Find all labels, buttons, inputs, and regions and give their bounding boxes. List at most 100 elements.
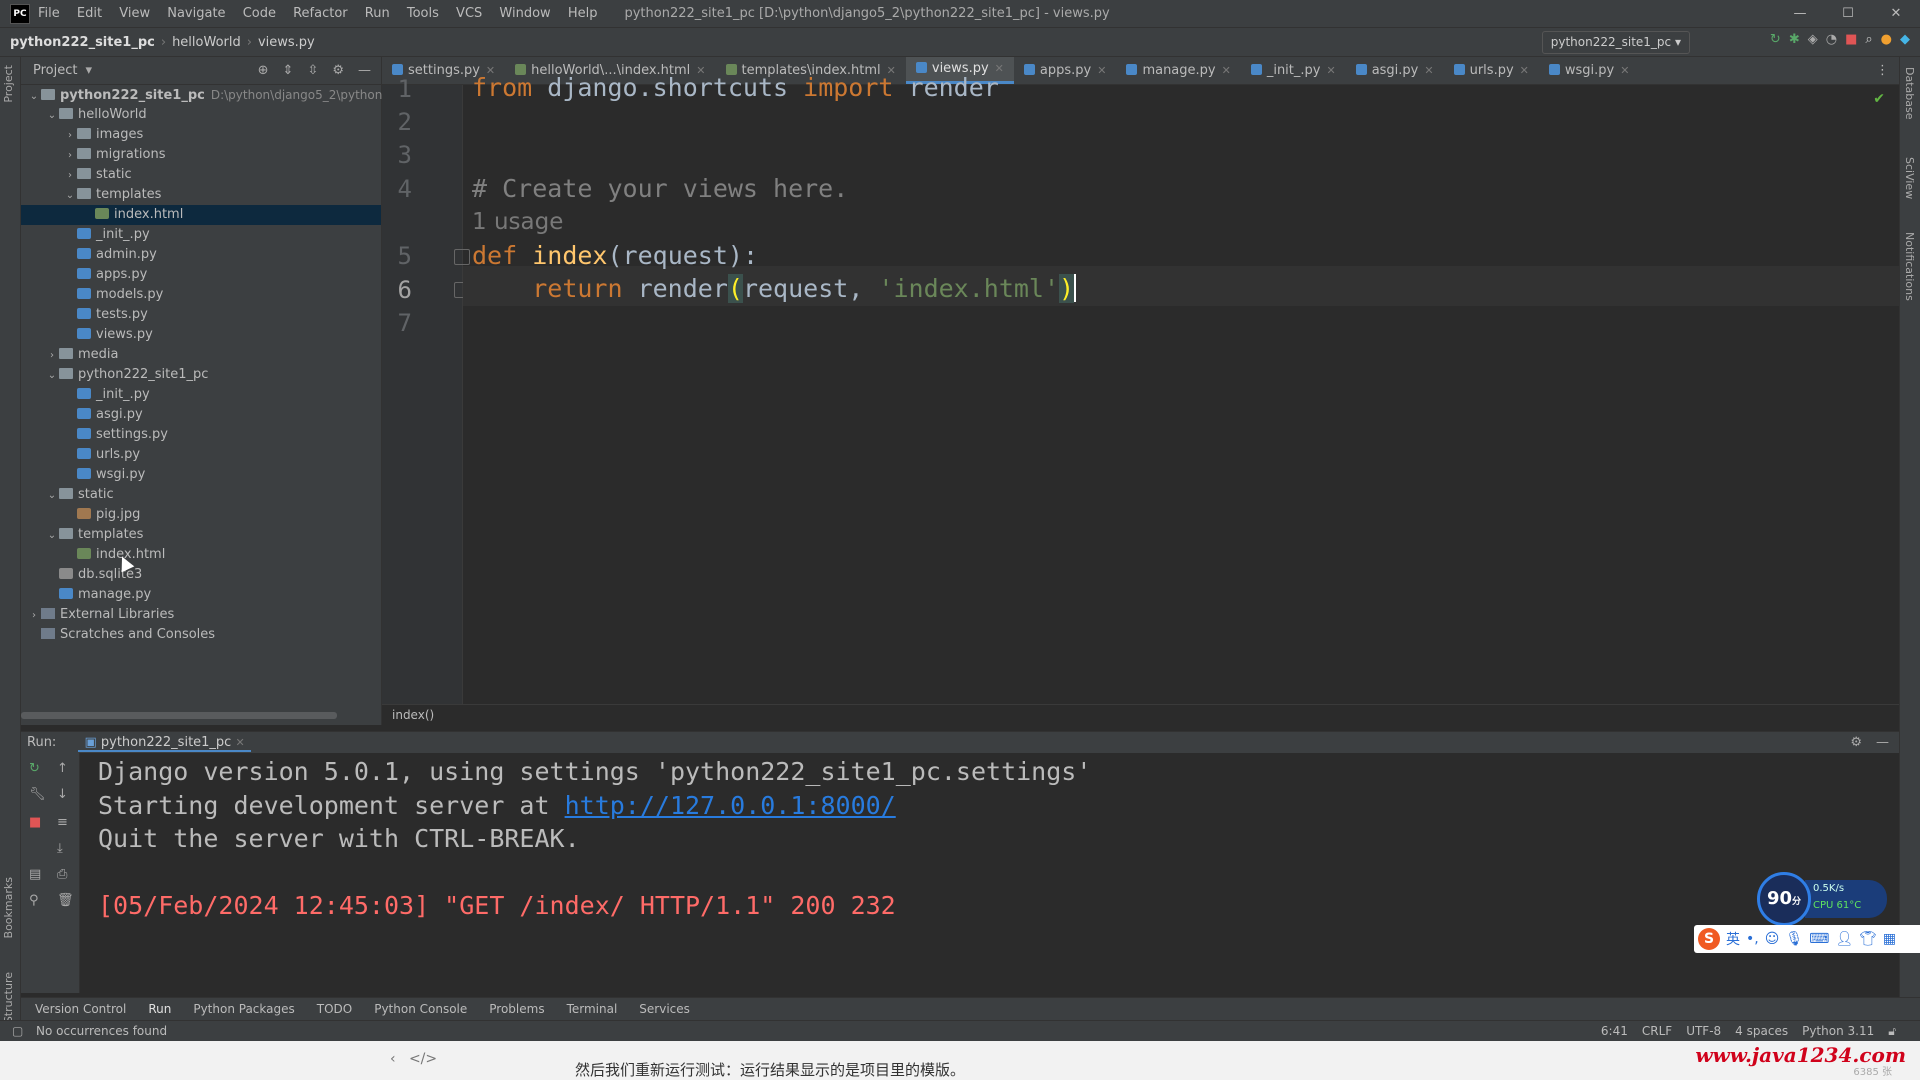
run-tab[interactable]: ▣ python222_site1_pc ✕ [78,735,251,752]
collapse-all-icon[interactable]: ⇳ [307,63,318,78]
minimize-button[interactable]: — [1776,0,1824,27]
tree-item[interactable]: wsgi.py [21,465,381,485]
chevron-down-icon[interactable]: ⌄ [45,486,59,506]
indent-setting[interactable]: 4 spaces [1735,1021,1788,1041]
menu-navigate[interactable]: Navigate [167,6,225,21]
version-control-tab[interactable]: Version Control [35,1002,126,1016]
tree-item[interactable]: ⌄ helloWorld [21,105,381,125]
close-icon[interactable]: ✕ [235,736,244,749]
update-icon[interactable]: ● [1881,32,1892,47]
skin-icon[interactable]: 👕︎ [1859,931,1877,947]
menu-tools[interactable]: Tools [407,6,439,21]
code-editor[interactable]: 1 2 3 4 5 6 7 from django.shortcuts impo… [382,73,1899,704]
database-tool-button[interactable]: Database [1903,67,1916,120]
project-tool-button[interactable]: Project [2,65,15,103]
keyboard-icon[interactable]: ⌨ [1809,931,1829,947]
tree-item[interactable]: index.html [21,545,381,565]
run-tool-tab[interactable]: Run [148,1002,171,1016]
chevron-right-icon[interactable]: › [63,126,77,146]
project-panel-title[interactable]: Project [33,63,77,78]
menu-view[interactable]: View [119,6,150,21]
tree-item[interactable]: tests.py [21,305,381,325]
file-encoding[interactable]: UTF-8 [1686,1021,1721,1041]
ide-logo-icon[interactable]: ◆ [1900,32,1910,47]
tree-item[interactable]: ⌄ templates [21,185,381,205]
layout-icon[interactable]: ▤ [29,867,41,882]
rerun-icon[interactable]: ↻ [1770,32,1781,47]
menu-run[interactable]: Run [365,6,390,21]
scroll-to-end-icon[interactable]: ⤓ [57,841,63,856]
tree-item[interactable]: admin.py [21,245,381,265]
user-icon[interactable]: 👤︎ [1835,931,1853,947]
tree-item[interactable]: asgi.py [21,405,381,425]
trash-icon[interactable]: 🗑︎ [57,893,74,908]
fold-marker-icon[interactable] [454,249,470,265]
lock-icon[interactable]: 🔓︎ [1888,1021,1896,1041]
gear-icon[interactable]: ⚙ [332,63,344,78]
system-monitor-widget[interactable]: 0.5K/s CPU 61°C 90分 [1757,872,1889,926]
apps-grid-icon[interactable]: ▦ [1883,931,1896,947]
profile-icon[interactable]: ◔ [1826,32,1837,47]
tree-item[interactable]: ⌄ python222_site1_pc D:\python\django5_2\p… [21,85,411,107]
rerun-icon[interactable]: ↻ [29,761,40,776]
tree-item[interactable]: manage.py [21,585,381,605]
editor-tab[interactable]: apps.py ✕ [1014,57,1117,84]
chevron-down-icon[interactable]: ⌄ [45,106,59,126]
close-icon[interactable]: ✕ [1520,64,1529,77]
chevron-right-icon[interactable]: › [45,346,59,366]
caret-position[interactable]: 6:41 [1601,1021,1628,1041]
chevron-down-icon[interactable]: ⌄ [27,87,41,107]
pin-icon[interactable]: ⚲ [29,893,39,908]
inspection-ok-icon[interactable]: ✔ [1873,91,1885,107]
editor-tab[interactable]: asgi.py ✕ [1346,57,1444,84]
close-icon[interactable]: ✕ [1424,64,1433,77]
python-interpreter[interactable]: Python 3.11 [1802,1021,1874,1041]
hide-icon[interactable]: — [1876,732,1889,754]
close-icon[interactable]: ✕ [1326,64,1335,77]
panel-toggle-icon[interactable]: ▢ [12,1021,23,1041]
emoji-icon[interactable]: ☺ [1765,931,1780,947]
expand-all-icon[interactable]: ⇕ [283,63,294,78]
maximize-button[interactable]: ☐ [1824,0,1872,27]
down-arrow-icon[interactable]: ↓ [57,787,68,802]
chevron-down-icon[interactable]: ⌄ [45,526,59,546]
tree-item[interactable]: ⌄ templates [21,525,381,545]
close-icon[interactable]: ✕ [1222,64,1231,77]
structure-tool-button[interactable]: Structure [2,972,15,1023]
editor-tab[interactable]: wsgi.py ✕ [1539,57,1640,84]
menu-file[interactable]: File [38,6,60,21]
ime-language[interactable]: 英 [1726,929,1740,949]
stop-icon[interactable]: ■ [29,815,41,830]
soft-wrap-icon[interactable]: ≡ [57,815,68,830]
tree-item[interactable]: models.py [21,285,381,305]
tree-item[interactable]: › media [21,345,381,365]
python-packages-tab[interactable]: Python Packages [193,1002,294,1016]
chevron-down-icon[interactable]: ⌄ [63,186,77,206]
bookmarks-tool-button[interactable]: Bookmarks [2,877,15,938]
tree-item[interactable]: urls.py [21,445,381,465]
locate-icon[interactable]: ⊕ [258,63,269,78]
breadcrumb-module[interactable]: helloWorld [172,35,241,50]
tree-item[interactable]: db.sqlite3 [21,565,381,585]
menu-help[interactable]: Help [568,6,598,21]
horizontal-scrollbar[interactable] [21,712,337,719]
tree-item[interactable]: _init_.py [21,225,381,245]
menu-refactor[interactable]: Refactor [293,6,348,21]
tree-item[interactable]: apps.py [21,265,381,285]
tree-item[interactable]: ⌄ python222_site1_pc [21,365,381,385]
debug-icon[interactable]: ✱ [1789,32,1800,47]
tree-item[interactable]: pig.jpg [21,505,381,525]
todo-tab[interactable]: TODO [317,1002,352,1016]
close-window-button[interactable]: ✕ [1872,0,1920,27]
tree-item[interactable]: _init_.py [21,385,381,405]
menu-vcs[interactable]: VCS [456,6,482,21]
breadcrumb-project[interactable]: python222_site1_pc [10,35,155,50]
wrench-icon[interactable]: 🔧︎ [29,787,46,802]
chevron-right-icon[interactable]: › [63,166,77,186]
tabs-more-icon[interactable]: ⋮ [1866,57,1899,84]
code-breadcrumb[interactable]: index() [382,704,1899,726]
chevron-right-icon[interactable]: › [63,146,77,166]
menu-edit[interactable]: Edit [77,6,102,21]
tree-item[interactable]: › images [21,125,381,145]
breadcrumb-file[interactable]: views.py [258,35,315,50]
